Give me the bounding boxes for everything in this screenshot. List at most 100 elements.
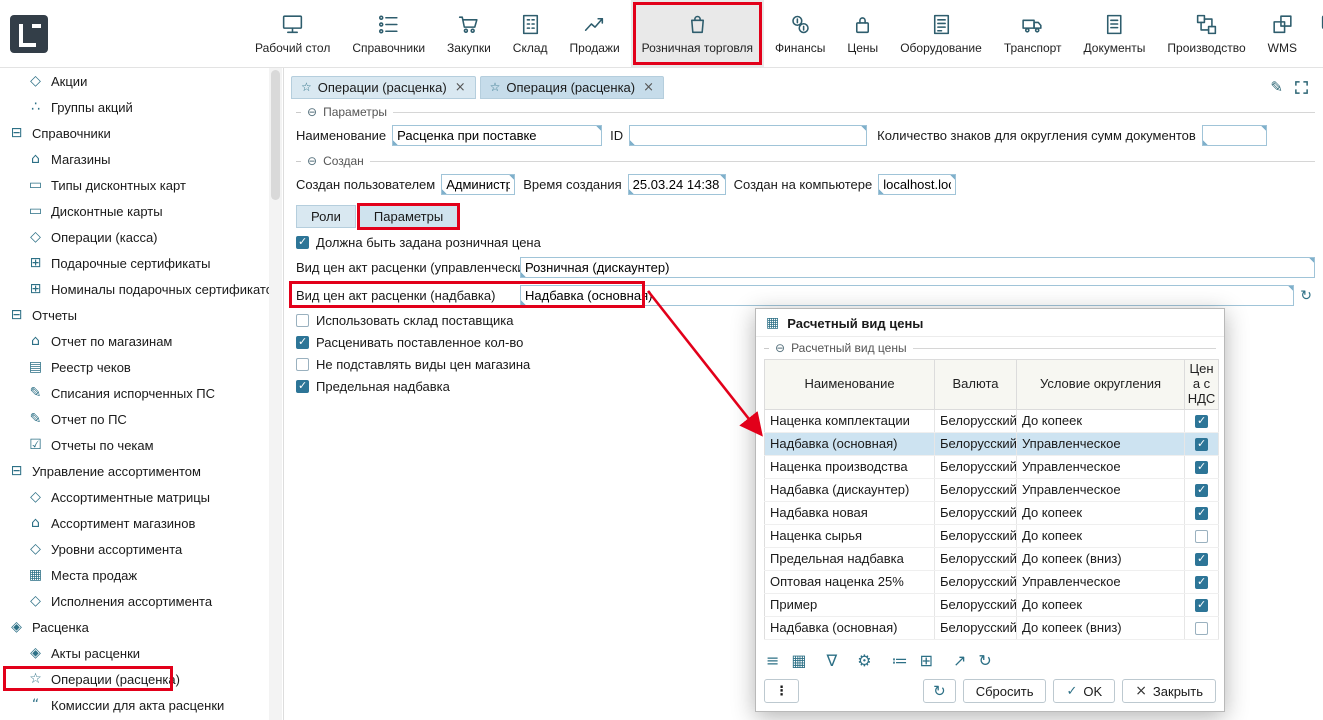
sidebar-item[interactable]: ◈ Расценка (0, 614, 283, 640)
table-row[interactable]: Надбавка (основная) Белорусский До копее… (765, 616, 1219, 639)
vat-checkbox[interactable] (1195, 461, 1208, 474)
view-grid-icon[interactable]: ▦ (791, 651, 806, 670)
retail-price-checkbox[interactable] (296, 236, 309, 249)
sidebar-item[interactable]: ⊟ Управление ассортиментом (0, 458, 283, 484)
table-row[interactable]: Наценка производства Белорусский Управле… (765, 455, 1219, 478)
vat-checkbox[interactable] (1195, 599, 1208, 612)
col-header-name[interactable]: Наименование (765, 360, 935, 410)
numbered-list-icon[interactable]: ≔ (892, 651, 908, 670)
sidebar-scrollbar[interactable] (269, 68, 282, 720)
sidebar-item[interactable]: ☑ Отчеты по чекам (0, 432, 283, 458)
vat-checkbox[interactable] (1195, 507, 1208, 520)
price-type-managerial-input[interactable] (520, 257, 1315, 278)
col-header-vat[interactable]: Цена с НДС (1185, 360, 1219, 410)
sidebar-item[interactable]: ✎ Списания испорченных ПС (0, 380, 283, 406)
id-input[interactable] (629, 125, 867, 146)
sidebar-item[interactable]: ⊟ Справочники (0, 120, 283, 146)
checkbox[interactable] (296, 358, 309, 371)
table-row[interactable]: Надбавка (дискаунтер) Белорусский Управл… (765, 478, 1219, 501)
inner-tab[interactable]: Параметры (359, 205, 458, 228)
collapse-icon[interactable]: ⊖ (307, 154, 317, 168)
open-window-icon[interactable]: ↗ (953, 651, 966, 670)
vat-checkbox[interactable] (1195, 438, 1208, 451)
table-row[interactable]: Пример Белорусский До копеек (765, 593, 1219, 616)
sidebar-item[interactable]: ⌂ Магазины (0, 146, 283, 172)
collapse-icon[interactable]: ⊖ (775, 341, 785, 355)
sidebar-item[interactable]: ⊞ Номиналы подарочных сертификатов (0, 276, 283, 302)
add-list-icon[interactable]: ⊞ (920, 651, 933, 670)
topnav-item[interactable]: Рабочий стол (244, 0, 341, 67)
sidebar-item[interactable]: ✎ Отчет по ПС (0, 406, 283, 432)
topnav-item[interactable]: Документы (1073, 0, 1157, 67)
topnav-item[interactable]: Справочники (341, 0, 436, 67)
sidebar-item[interactable]: ◇ Акции (0, 68, 283, 94)
sidebar-item[interactable]: ▭ Дисконтные карты (0, 198, 283, 224)
inner-tab[interactable]: Роли (296, 205, 356, 228)
sidebar-item[interactable]: ▤ Реестр чеков (0, 354, 283, 380)
close-button[interactable]: ×Закрыть (1122, 679, 1216, 703)
table-row[interactable]: Надбавка (основная) Белорусский Управлен… (765, 432, 1219, 455)
vat-checkbox[interactable] (1195, 530, 1208, 543)
created-computer-input[interactable] (878, 174, 956, 195)
expand-icon[interactable] (1294, 80, 1309, 95)
retail-price-checkbox-row[interactable]: Должна быть задана розничная цена (296, 235, 1315, 250)
topnav-item[interactable]: BI (1308, 0, 1323, 67)
topnav-item[interactable]: Склад (502, 0, 559, 67)
tab-close-icon[interactable]: × (455, 80, 466, 95)
sidebar-item[interactable]: ▭ Типы дисконтных карт (0, 172, 283, 198)
settings-icon[interactable]: ⚙ (857, 651, 871, 670)
sidebar-item[interactable]: ⌂ Отчет по магазинам (0, 328, 283, 354)
ok-button[interactable]: ✓OK (1053, 679, 1115, 703)
workspace-tab[interactable]: ☆ Операция (расценка) × (480, 76, 664, 99)
sidebar-item[interactable]: ◈ Акты расценки (0, 640, 283, 666)
sidebar-item[interactable]: ◇ Ассортиментные матрицы (0, 484, 283, 510)
table-row[interactable]: Оптовая наценка 25% Белорусский Управлен… (765, 570, 1219, 593)
price-type-markup-input[interactable] (520, 285, 1294, 306)
collapse-icon[interactable]: ⊖ (307, 105, 317, 119)
topnav-item[interactable]: Продажи (559, 0, 631, 67)
created-time-input[interactable] (628, 174, 726, 195)
col-header-rounding[interactable]: Условие округления (1017, 360, 1185, 410)
created-user-input[interactable] (441, 174, 515, 195)
topnav-item[interactable]: Цены (836, 0, 889, 67)
sidebar-item[interactable]: ⌂ Ассортимент магазинов (0, 510, 283, 536)
tab-close-icon[interactable]: × (643, 80, 654, 95)
vat-checkbox[interactable] (1195, 622, 1208, 635)
sidebar-item[interactable]: ◇ Уровни ассортимента (0, 536, 283, 562)
sidebar-item[interactable]: ◇ Исполнения ассортимента (0, 588, 283, 614)
workspace-tab[interactable]: ☆ Операции (расценка) × (291, 76, 476, 99)
sidebar-scrollbar-thumb[interactable] (271, 70, 280, 200)
topnav-item[interactable]: WMS (1257, 0, 1308, 67)
menu-dots-button[interactable]: ⋮ (764, 679, 799, 703)
vat-checkbox[interactable] (1195, 415, 1208, 428)
reset-button[interactable]: Сбросить (963, 679, 1047, 703)
vat-checkbox[interactable] (1195, 553, 1208, 566)
topnav-item[interactable]: Закупки (436, 0, 502, 67)
refresh-button[interactable]: ↻ (923, 679, 956, 703)
table-row[interactable]: Предельная надбавка Белорусский До копее… (765, 547, 1219, 570)
sidebar-item[interactable]: ☆ Операции (расценка) (0, 666, 283, 692)
vat-checkbox[interactable] (1195, 576, 1208, 589)
topnav-item[interactable]: Производство (1156, 0, 1256, 67)
checkbox[interactable] (296, 314, 309, 327)
table-row[interactable]: Надбавка новая Белорусский До копеек (765, 501, 1219, 524)
checkbox[interactable] (296, 380, 309, 393)
rounding-digits-input[interactable] (1202, 125, 1267, 146)
sidebar-item[interactable]: ⊟ Отчеты (0, 302, 283, 328)
reload-icon[interactable]: ↻ (978, 651, 991, 670)
refresh-icon[interactable]: ↻ (1300, 288, 1312, 304)
checkbox[interactable] (296, 336, 309, 349)
vat-checkbox[interactable] (1195, 484, 1208, 497)
topnav-item[interactable]: Оборудование (889, 0, 993, 67)
topnav-item[interactable]: Розничная торговля (631, 0, 764, 67)
sidebar-item[interactable]: ◇ Операции (касса) (0, 224, 283, 250)
edit-pencil-icon[interactable]: ✎ (1270, 78, 1283, 96)
sidebar-item[interactable]: ∴ Группы акций (0, 94, 283, 120)
table-row[interactable]: Наценка комплектации Белорусский До копе… (765, 409, 1219, 432)
view-list-icon[interactable]: ≡ (766, 651, 779, 670)
name-input[interactable] (392, 125, 602, 146)
col-header-currency[interactable]: Валюта (935, 360, 1017, 410)
topnav-item[interactable]: Транспорт (993, 0, 1073, 67)
sidebar-item[interactable]: “ Комиссии для акта расценки (0, 692, 283, 718)
filter-icon[interactable]: ∇ (827, 651, 838, 670)
